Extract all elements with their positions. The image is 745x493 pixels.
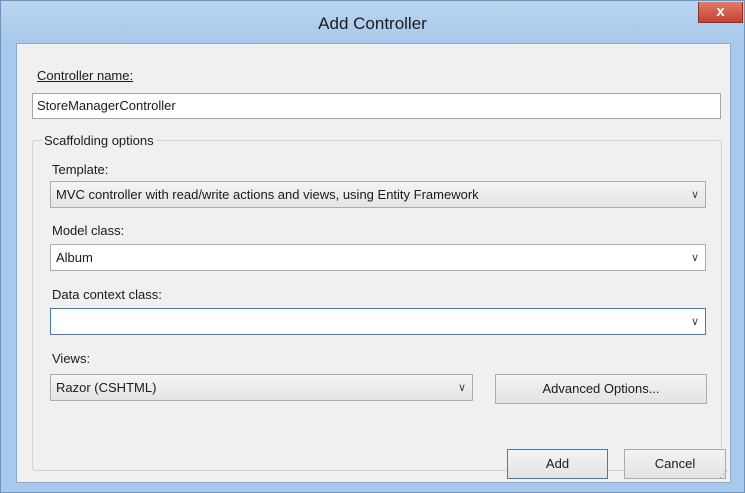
chevron-down-icon: ∨	[690, 316, 699, 328]
template-label-text: Template:	[52, 162, 109, 177]
data-context-label: Data context class:	[52, 287, 162, 302]
add-button[interactable]: Add	[507, 449, 608, 479]
model-class-select-value: Album	[56, 250, 93, 265]
views-select-value: Razor (CSHTML)	[56, 380, 157, 395]
controller-name-label: Controller name:	[37, 68, 133, 83]
advanced-options-button[interactable]: Advanced Options...	[495, 374, 707, 404]
template-label: Template:	[52, 162, 108, 177]
model-class-select[interactable]: Album ∨	[50, 244, 706, 271]
dialog-body: Controller name: StoreManagerController …	[16, 43, 731, 483]
template-select[interactable]: MVC controller with read/write actions a…	[50, 181, 706, 208]
model-class-label-text: Model class:	[52, 223, 125, 238]
close-icon: x	[716, 3, 725, 20]
template-select-value: MVC controller with read/write actions a…	[56, 187, 479, 202]
model-class-label: Model class:	[52, 223, 124, 238]
data-context-select[interactable]: ∨	[50, 308, 706, 335]
controller-name-label-text: Controller name:	[37, 68, 134, 83]
chevron-down-icon: ∨	[457, 382, 466, 394]
resize-grip-icon[interactable]: ⋰	[719, 469, 728, 480]
views-label: Views:	[52, 351, 90, 366]
views-select[interactable]: Razor (CSHTML) ∨	[50, 374, 473, 401]
chevron-down-icon: ∨	[690, 189, 699, 201]
cancel-button[interactable]: Cancel	[624, 449, 726, 479]
title-bar[interactable]: Add Controller x	[1, 1, 744, 43]
data-context-label-text: Data context class:	[52, 287, 162, 302]
dialog-title: Add Controller	[318, 14, 427, 33]
close-button[interactable]: x	[698, 2, 743, 23]
scaffolding-options-label: Scaffolding options	[42, 133, 156, 148]
views-label-text: Views:	[52, 351, 91, 366]
chevron-down-icon: ∨	[690, 252, 699, 264]
add-controller-dialog: Add Controller x Controller name: StoreM…	[0, 0, 745, 493]
controller-name-input[interactable]: StoreManagerController	[32, 93, 721, 119]
